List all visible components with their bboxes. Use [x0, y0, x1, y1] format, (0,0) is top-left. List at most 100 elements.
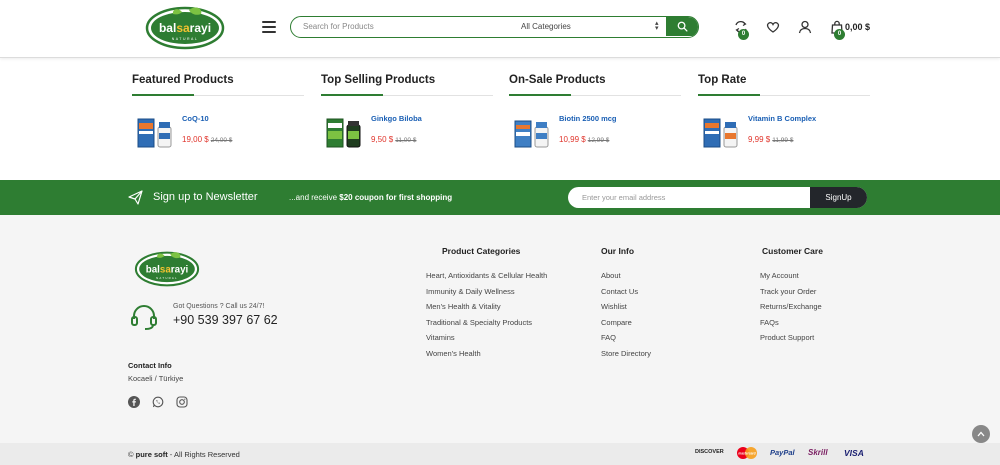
- chevron-up-icon: [977, 431, 985, 437]
- footer-link[interactable]: Traditional & Specialty Products: [426, 316, 556, 329]
- support-question: Got Questions ? Call us 24/7!: [173, 303, 265, 310]
- section-title: Top Rate: [698, 74, 747, 86]
- product-card[interactable]: Ginkgo Biloba 9,50 $11,00 $: [321, 113, 493, 163]
- footer-link[interactable]: FAQ: [601, 331, 721, 344]
- product-image[interactable]: [134, 113, 176, 153]
- footer-link[interactable]: Wishlist: [601, 300, 721, 313]
- site-logo[interactable]: balsarayi NATURAL: [145, 6, 225, 50]
- support-phone[interactable]: +90 539 397 67 62: [173, 313, 278, 327]
- search-bar: All Categories ▴▾: [290, 16, 699, 38]
- search-button[interactable]: [666, 17, 698, 36]
- facebook-icon[interactable]: [128, 395, 140, 408]
- sale-price: 9,50 $: [371, 135, 394, 144]
- product-name[interactable]: Vitamin B Complex: [748, 114, 816, 123]
- product-price: 9,50 $11,00 $: [371, 135, 416, 144]
- section-title: Top Selling Products: [321, 74, 436, 86]
- section-divider: [698, 94, 870, 96]
- search-input[interactable]: [303, 17, 503, 36]
- sale-price: 19,00 $: [182, 135, 209, 144]
- product-name[interactable]: Ginkgo Biloba: [371, 114, 422, 123]
- product-name[interactable]: CoQ-10: [182, 114, 209, 123]
- footer-link[interactable]: Compare: [601, 316, 721, 329]
- svg-text:NATURAL: NATURAL: [172, 37, 199, 41]
- mastercard-logo: mastercard: [735, 446, 759, 462]
- compare-count-badge: 0: [738, 29, 749, 40]
- category-select[interactable]: All Categories: [521, 22, 571, 31]
- paypal-logo: PayPal: [770, 448, 795, 457]
- section-title: Featured Products: [132, 74, 234, 86]
- instagram-icon[interactable]: [176, 395, 188, 408]
- footer-link[interactable]: Men's Health & Vitality: [426, 300, 556, 313]
- page: balsarayi NATURAL All Categories ▴▾ 0 0: [0, 0, 1000, 465]
- product-image[interactable]: [700, 113, 742, 153]
- product-card[interactable]: CoQ-10 19,00 $24,00 $: [132, 113, 304, 163]
- footer-link[interactable]: FAQs: [760, 316, 890, 329]
- cart-count-badge: 0: [834, 29, 845, 40]
- footer-link[interactable]: Immunity & Daily Wellness: [426, 285, 556, 298]
- paper-plane-icon: [128, 190, 143, 205]
- product-price: 9,99 $11,99 $: [748, 135, 793, 144]
- heart-icon: [766, 22, 780, 33]
- svg-text:mastercard: mastercard: [738, 452, 755, 456]
- site-header: balsarayi NATURAL All Categories ▴▾ 0 0: [0, 0, 1000, 58]
- old-price: 11,99 $: [772, 137, 794, 144]
- footer-link[interactable]: Women's Health: [426, 347, 556, 360]
- footer-link[interactable]: Heart, Antioxidants & Cellular Health: [426, 269, 556, 282]
- product-price: 19,00 $24,00 $: [182, 135, 232, 144]
- footer-column-our-info: Our Info About Contact Us Wishlist Compa…: [601, 246, 721, 363]
- wishlist-button[interactable]: [766, 20, 780, 34]
- footer-column-product-categories: Product Categories Heart, Antioxidants &…: [426, 246, 556, 363]
- on-sale-section: On-Sale Products Biotin 2500 mcg 10,99 $…: [509, 74, 681, 163]
- contact-info-value: Kocaeli / Türkiye: [128, 374, 184, 383]
- select-arrows-icon: ▴ ▾: [655, 20, 659, 32]
- product-image[interactable]: [511, 113, 553, 153]
- footer-column-heading: Customer Care: [762, 246, 823, 256]
- visa-logo: VISA: [844, 448, 864, 458]
- site-footer: balsarayi NATURAL Got Questions ? Call u…: [0, 215, 1000, 443]
- newsletter-email-input[interactable]: [582, 187, 802, 208]
- footer-link[interactable]: Product Support: [760, 331, 890, 344]
- signup-button[interactable]: SignUp: [810, 187, 867, 208]
- top-selling-section: Top Selling Products Ginkgo Biloba 9,50 …: [321, 74, 493, 163]
- svg-text:balsarayi: balsarayi: [159, 21, 211, 35]
- sale-price: 10,99 $: [559, 135, 586, 144]
- old-price: 11,00 $: [395, 137, 417, 144]
- footer-link[interactable]: My Account: [760, 269, 890, 282]
- old-price: 24,00 $: [210, 137, 233, 144]
- footer-link[interactable]: Track your Order: [760, 285, 890, 298]
- menu-icon[interactable]: [262, 21, 276, 33]
- footer-link[interactable]: Returns/Exchange: [760, 300, 890, 313]
- footer-column-heading: Our Info: [601, 246, 635, 256]
- footer-link[interactable]: Vitamins: [426, 331, 556, 344]
- newsletter-form: SignUp: [568, 187, 867, 208]
- section-divider: [132, 94, 304, 96]
- product-card[interactable]: Vitamin B Complex 9,99 $11,99 $: [698, 113, 870, 163]
- section-divider: [509, 94, 681, 96]
- footer-column-customer-care: Customer Care My Account Track your Orde…: [760, 246, 890, 347]
- search-icon: [677, 21, 688, 32]
- product-name[interactable]: Biotin 2500 mcg: [559, 114, 617, 123]
- footer-link[interactable]: Contact Us: [601, 285, 721, 298]
- section-divider: [321, 94, 493, 96]
- scroll-to-top-button[interactable]: [972, 425, 990, 443]
- whatsapp-icon[interactable]: [152, 395, 164, 408]
- product-card[interactable]: Biotin 2500 mcg 10,99 $12,99 $: [509, 113, 681, 163]
- featured-products-section: Featured Products CoQ-10 19,00 $24,00 $: [132, 74, 304, 163]
- headset-icon: [129, 302, 159, 332]
- copyright-brand[interactable]: pure soft: [136, 450, 168, 459]
- top-rate-section: Top Rate Vitamin B Complex 9,99 $11,99 $: [698, 74, 870, 163]
- footer-link[interactable]: Store Directory: [601, 347, 721, 360]
- newsletter-title: Sign up to Newsletter: [153, 191, 258, 203]
- svg-text:balsarayi: balsarayi: [146, 264, 189, 275]
- account-button[interactable]: [798, 20, 812, 34]
- copyright: © pure soft - All Rights Reserved: [128, 450, 240, 459]
- user-icon: [798, 20, 812, 34]
- old-price: 12,99 $: [587, 137, 610, 144]
- footer-logo[interactable]: balsarayi NATURAL: [133, 251, 201, 287]
- cart-total[interactable]: 0,00 $: [845, 22, 870, 32]
- product-image[interactable]: [323, 113, 365, 153]
- footer-link[interactable]: About: [601, 269, 721, 282]
- discover-logo: DISCOVER: [695, 449, 724, 455]
- contact-info-heading: Contact Info: [128, 361, 172, 370]
- footer-column-heading: Product Categories: [442, 246, 521, 256]
